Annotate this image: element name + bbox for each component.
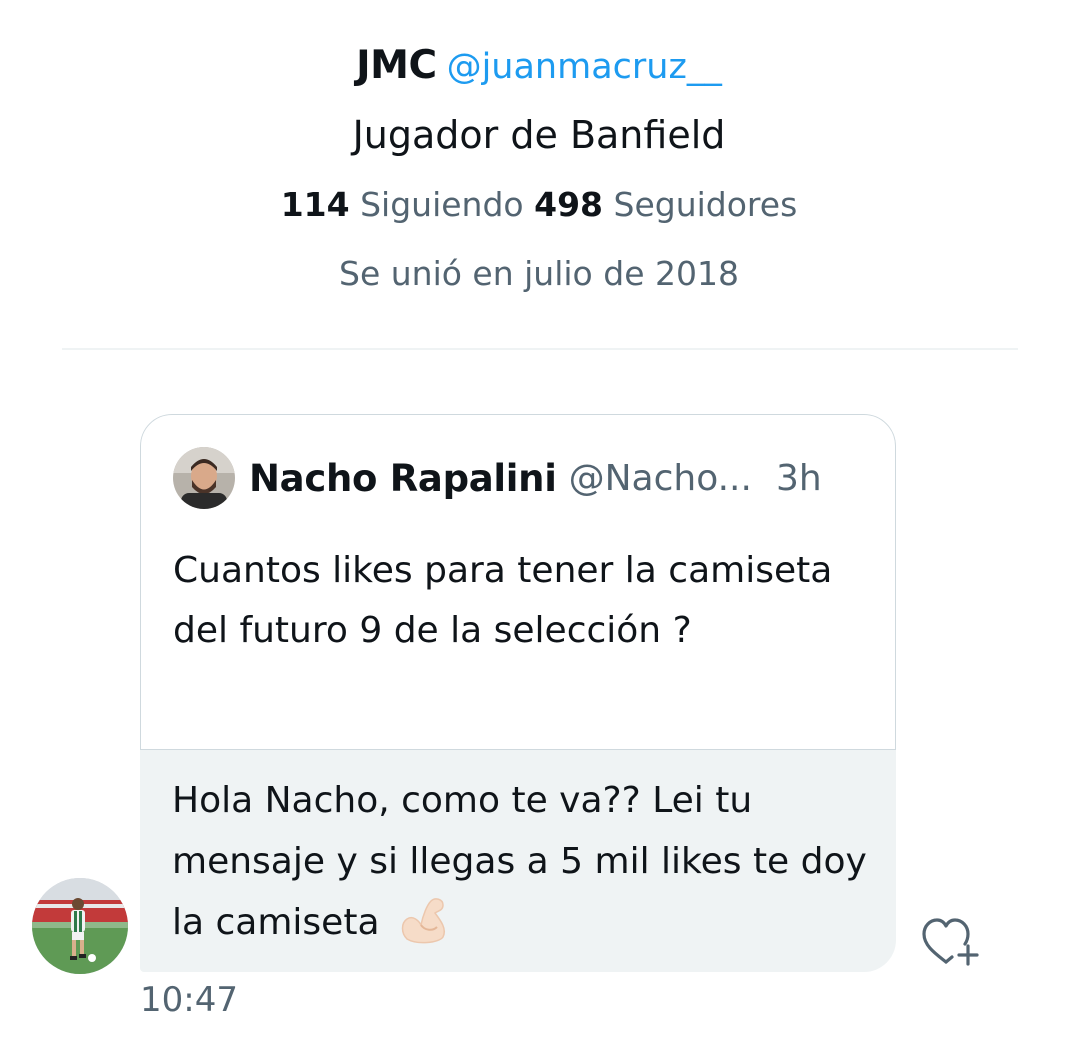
followers-label: Seguidores (613, 185, 798, 224)
heart-plus-icon (922, 918, 979, 966)
sender-avatar[interactable] (32, 878, 128, 974)
reply-message: Hola Nacho, como te va?? Lei tu mensaje … (172, 770, 872, 953)
message-bubble[interactable]: Nacho Rapalini @Nacho... 3h Cuantos like… (140, 414, 896, 972)
quoted-author-avatar[interactable] (173, 447, 235, 509)
profile-stats: 114 Siguiendo 498 Seguidores (0, 183, 1078, 227)
profile-bio: Jugador de Banfield (352, 113, 726, 157)
quoted-tweet-card[interactable]: Nacho Rapalini @Nacho... 3h Cuantos like… (140, 414, 896, 750)
profile-joined-date: Se unió en julio de 2018 (339, 254, 739, 293)
profile-name-row: JMC @juanmacruz__ (0, 36, 1078, 96)
quoted-tweet-text: Cuantos likes para tener la camiseta del… (173, 550, 833, 651)
following-label: Siguiendo (360, 185, 524, 224)
quoted-author-handle[interactable]: @Nacho... (569, 458, 752, 499)
following-link[interactable]: 114 Siguiendo (281, 185, 524, 224)
followers-count: 498 (534, 185, 604, 224)
profile-header: JMC @juanmacruz__ Jugador de Banfield 114… (0, 36, 1078, 296)
reply-message-text: Hola Nacho, como te va?? Lei tu mensaje … (172, 780, 867, 943)
quoted-author-avatar-image (173, 447, 235, 509)
divider (62, 348, 1018, 350)
message-timestamp: 10:47 (140, 980, 238, 1020)
following-count: 114 (280, 185, 350, 224)
quoted-tweet-header: Nacho Rapalini @Nacho... 3h (173, 447, 865, 509)
flexed-biceps-icon (397, 895, 451, 945)
sender-avatar-image (32, 878, 128, 974)
followers-link[interactable]: 498 Seguidores (534, 185, 797, 224)
quoted-author-name[interactable]: Nacho Rapalini (249, 457, 557, 500)
profile-display-name[interactable]: JMC (356, 43, 437, 88)
profile-handle[interactable]: @juanmacruz__ (447, 47, 722, 87)
react-button[interactable] (918, 914, 984, 970)
quoted-tweet-time: 3h (775, 457, 822, 499)
